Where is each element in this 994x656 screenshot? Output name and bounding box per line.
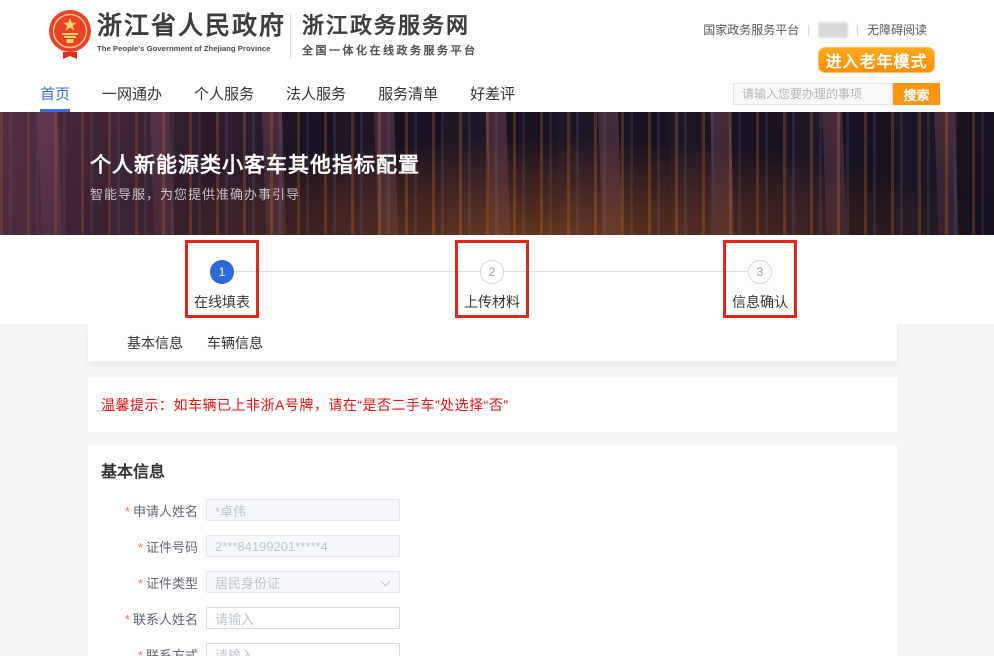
field-input[interactable]: 请输入 (206, 643, 400, 656)
field-label: *联系方式 (101, 645, 198, 656)
page: 浙江省人民政府 The People's Government of Zheji… (0, 0, 994, 656)
nav-item[interactable]: 服务清单 (378, 75, 438, 112)
search-button[interactable]: 搜索 (893, 83, 940, 105)
national-emblem-logo (46, 8, 94, 64)
search-input[interactable] (733, 83, 893, 105)
form-rows: *申请人姓名 *卓伟 *证件号码 2***84199201*****4 (101, 499, 897, 656)
notice-text: 温馨提示：如车辆已上非浙A号牌，请在“是否二手车”处选择“否” (101, 395, 509, 415)
portal-title-block: 浙江政务服务网 全国一体化在线政务服务平台 (302, 13, 478, 58)
national-platform-link[interactable]: 国家政务服务平台 (703, 21, 799, 38)
required-asterisk: * (125, 612, 130, 627)
tab-bar: 基本信息 车辆信息 (88, 324, 897, 362)
required-asterisk: * (138, 648, 143, 656)
field-input[interactable]: 请输入 (206, 607, 400, 629)
notice-panel: 温馨提示：如车辆已上非浙A号牌，请在“是否二手车”处选择“否” (88, 377, 897, 432)
step-circle: 3 (748, 260, 772, 284)
field-value: *卓伟 (215, 501, 246, 520)
field-input[interactable]: 居民身份证 (206, 571, 400, 593)
senior-mode-button[interactable]: 进入老年模式 (818, 47, 935, 73)
portal-name: 浙江政务服务网 (302, 13, 478, 38)
portal-tagline: 全国一体化在线政务服务平台 (302, 42, 478, 58)
step-label: 上传材料 (464, 292, 520, 312)
field-label: *联系人姓名 (101, 609, 198, 628)
main-nav: 首页 一网通办 个人服务 法人服务 服务清单 好差评 搜索 (0, 75, 994, 112)
nav-items: 首页 一网通办 个人服务 法人服务 服务清单 好差评 (40, 75, 515, 112)
steps-section: 1 在线填表 2 上传材料 3 信息确认 (0, 235, 994, 324)
form-section-title: 基本信息 (101, 458, 897, 482)
page-subtitle: 智能导服，为您提供准确办事引导 (90, 184, 300, 203)
field-value: 2***84199201*****4 (215, 539, 328, 554)
tab[interactable]: 基本信息 (127, 333, 183, 353)
field-label: *申请人姓名 (101, 501, 198, 520)
link-separator: | (856, 24, 859, 36)
step-circle: 2 (480, 260, 504, 284)
form-field-row: *联系方式 请输入 (101, 643, 897, 656)
nav-item[interactable]: 一网通办 (102, 75, 162, 112)
link-separator: | (807, 24, 810, 36)
accessibility-link[interactable]: 无障碍阅读 (867, 21, 927, 38)
field-placeholder: 请输入 (215, 609, 254, 628)
gov-name-cn: 浙江省人民政府 (97, 13, 299, 41)
banner: 个人新能源类小客车其他指标配置 智能导服，为您提供准确办事引导 (0, 112, 994, 235)
form-field-row: *证件号码 2***84199201*****4 (101, 535, 897, 557)
gov-name-en: The People's Government of Zhejiang Prov… (97, 44, 270, 53)
top-header: 浙江省人民政府 The People's Government of Zheji… (0, 0, 994, 75)
required-asterisk: * (138, 576, 143, 591)
form-panel: 基本信息 *申请人姓名 *卓伟 *证件号码 2***84199201*****4 (88, 445, 897, 656)
step-label: 在线填表 (194, 292, 250, 312)
chevron-down-icon (381, 577, 391, 587)
header-divider (290, 14, 291, 58)
field-label: *证件类型 (101, 573, 198, 592)
redacted-username (818, 22, 848, 38)
field-placeholder: 请输入 (215, 645, 254, 656)
required-asterisk: * (125, 504, 130, 519)
required-asterisk: * (138, 540, 143, 555)
gov-title-block: 浙江省人民政府 The People's Government of Zheji… (97, 13, 299, 54)
field-label: *证件号码 (101, 537, 198, 556)
nav-item[interactable]: 首页 (40, 75, 70, 112)
form-field-row: *联系人姓名 请输入 (101, 607, 897, 629)
tab[interactable]: 车辆信息 (207, 333, 263, 353)
field-input[interactable]: *卓伟 (206, 499, 400, 521)
nav-item[interactable]: 个人服务 (194, 75, 254, 112)
field-value: 居民身份证 (215, 573, 280, 592)
field-input[interactable]: 2***84199201*****4 (206, 535, 400, 557)
step-circle: 1 (210, 260, 234, 284)
form-field-row: *证件类型 居民身份证 (101, 571, 897, 593)
form-field-row: *申请人姓名 *卓伟 (101, 499, 897, 521)
header-links: 国家政务服务平台 | | 无障碍阅读 (703, 21, 927, 38)
nav-item[interactable]: 好差评 (470, 75, 515, 112)
nav-item[interactable]: 法人服务 (286, 75, 346, 112)
step-label: 信息确认 (732, 292, 788, 312)
page-title: 个人新能源类小客车其他指标配置 (90, 149, 420, 179)
